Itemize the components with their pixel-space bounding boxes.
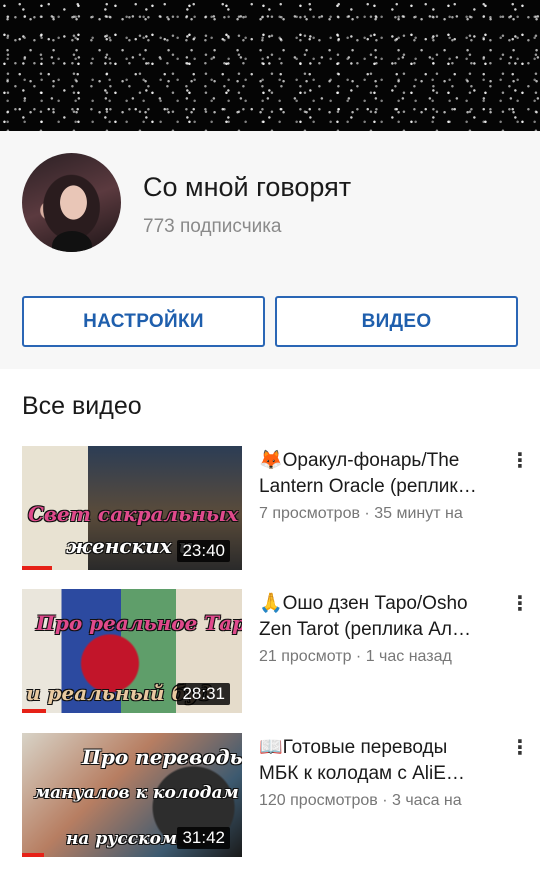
video-title-line: 📖Готовые переводы: [259, 737, 448, 758]
video-title-line: 🙏Ошо дзен Таро/Osho: [259, 593, 468, 614]
channel-title: Со мной говорят: [143, 172, 352, 202]
video-thumbnail[interactable]: Свет сакральных женских и 23:40: [22, 446, 242, 570]
video-title[interactable]: 🦊Оракул-фонарь/The Lantern Oracle (репли…: [259, 448, 507, 500]
thumbnail-caption: Свет сакральных: [28, 502, 239, 526]
video-thumbnail[interactable]: Про реальное Таро и реальный буд 28:31: [22, 589, 242, 713]
video-title[interactable]: 🙏Ошо дзен Таро/Osho Zen Tarot (реплика А…: [259, 591, 507, 643]
video-meta: 120 просмотров · 3 часа на: [259, 792, 462, 809]
video-duration: 23:40: [177, 540, 230, 562]
video-title-line: Zen Tarot (реплика Ал…: [259, 619, 471, 640]
settings-button[interactable]: НАСТРОЙКИ: [22, 296, 265, 347]
thumbnail-caption: Про реальное Таро: [36, 611, 242, 635]
subscriber-count: 773 подписчика: [143, 216, 282, 237]
more-options-icon[interactable]: ⋮: [510, 735, 530, 761]
video-meta: 7 просмотров · 35 минут на: [259, 505, 463, 522]
video-item[interactable]: Про переводы мануалов к колодам на русск…: [0, 733, 540, 857]
video-duration: 31:42: [177, 827, 230, 849]
video-meta: 21 просмотр · 1 час назад: [259, 648, 452, 665]
video-duration: 28:31: [177, 683, 230, 705]
videos-button[interactable]: ВИДЕО: [275, 296, 518, 347]
video-title-line: Lantern Oracle (реплик…: [259, 476, 477, 497]
thumbnail-caption: мануалов к колодам: [34, 783, 239, 803]
all-videos-heading: Все видео: [22, 392, 142, 420]
video-title[interactable]: 📖Готовые переводы МБК к колодам с AliE…: [259, 735, 507, 787]
watch-progress-bar: [22, 853, 44, 857]
more-options-icon[interactable]: ⋮: [510, 448, 530, 474]
watch-progress-bar: [22, 566, 52, 570]
video-item[interactable]: Свет сакральных женских и 23:40 🦊Оракул-…: [0, 446, 540, 570]
video-title-line: 🦊Оракул-фонарь/The: [259, 450, 460, 471]
thumbnail-caption: Про переводы: [82, 745, 242, 769]
video-title-line: МБК к колодам с AliE…: [259, 763, 465, 784]
video-thumbnail[interactable]: Про переводы мануалов к колодам на русск…: [22, 733, 242, 857]
thumbnail-caption: на русском: [66, 829, 178, 849]
channel-avatar[interactable]: [22, 153, 121, 252]
more-options-icon[interactable]: ⋮: [510, 591, 530, 617]
channel-header: Со мной говорят 773 подписчика НАСТРОЙКИ…: [0, 131, 540, 369]
video-item[interactable]: Про реальное Таро и реальный буд 28:31 🙏…: [0, 589, 540, 713]
channel-banner: [0, 0, 540, 131]
thumbnail-caption: женских и: [66, 534, 194, 558]
watch-progress-bar: [22, 709, 46, 713]
